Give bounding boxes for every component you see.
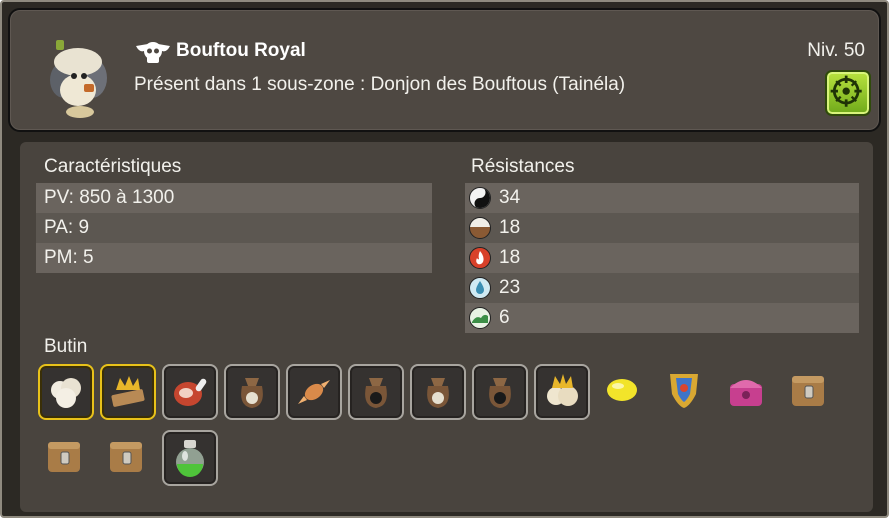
bag-dark-icon: [365, 378, 387, 408]
bag-icon: [241, 378, 263, 408]
compass-icon: [830, 75, 862, 107]
potion-icon: [176, 440, 204, 477]
loot-item[interactable]: [596, 364, 652, 420]
monster-name: Bouftou Royal: [176, 40, 306, 61]
characteristics-title: Caractéristiques: [44, 156, 182, 177]
loot-item[interactable]: [782, 364, 838, 420]
pink-chest-icon: [730, 380, 762, 406]
resistance-value: 18: [499, 217, 521, 238]
resistance-row-air: 6: [465, 303, 859, 333]
fire-icon: [469, 247, 491, 269]
characteristic-hp: PV: 850 à 1300: [44, 187, 175, 208]
locate-compass-button[interactable]: [825, 70, 871, 116]
crowned-wool-icon: [547, 374, 578, 406]
meat-icon: [174, 378, 207, 406]
monster-portrait-icon: [50, 40, 107, 118]
loot-item[interactable]: [348, 364, 404, 420]
loot-item[interactable]: [720, 364, 776, 420]
monster-card: Bouftou Royal Niv. 50 Présent dans 1 sou…: [0, 0, 889, 518]
characteristic-mp: PM: 5: [44, 247, 94, 268]
resistance-row-fire: 18: [465, 243, 859, 273]
loot-item[interactable]: [100, 364, 156, 420]
resistance-value: 34: [499, 187, 521, 208]
characteristic-row: PM: 5: [36, 243, 432, 273]
bag-icon: [427, 378, 449, 408]
resistance-row-earth: 18: [465, 213, 859, 243]
loot-item[interactable]: [100, 430, 156, 486]
loot-item[interactable]: [472, 364, 528, 420]
characteristic-ap: PA: 9: [44, 217, 90, 238]
crown-plank-icon: [111, 376, 145, 407]
earth-icon: [469, 217, 491, 239]
loot-item[interactable]: [162, 430, 218, 486]
resistance-row-water: 23: [465, 273, 859, 303]
boss-skull-icon: [136, 42, 170, 63]
wooden-chest-icon: [110, 442, 142, 472]
loot-title: Butin: [44, 336, 88, 357]
wooden-chest-icon: [792, 376, 824, 406]
loot-item[interactable]: [38, 364, 94, 420]
resistance-value: 6: [499, 307, 510, 328]
water-icon: [469, 277, 491, 299]
resistances-title: Résistances: [471, 156, 575, 177]
air-icon: [469, 307, 491, 329]
bag-dark-icon: [489, 378, 511, 408]
shield-icon: [670, 374, 698, 408]
loot-item[interactable]: [410, 364, 466, 420]
resistance-value: 18: [499, 247, 521, 268]
loot-item[interactable]: [534, 364, 590, 420]
neutral-icon: [469, 187, 491, 209]
wooden-chest-icon: [48, 442, 80, 472]
loot-item[interactable]: [224, 364, 280, 420]
monster-level: Niv. 50: [807, 40, 865, 61]
loot-item[interactable]: [658, 364, 714, 420]
loot-item[interactable]: [38, 430, 94, 486]
resistance-value: 23: [499, 277, 521, 298]
candy-icon: [298, 380, 330, 404]
wool-icon: [51, 378, 81, 408]
monster-header: Bouftou Royal Niv. 50 Présent dans 1 sou…: [8, 8, 881, 132]
monster-details: Caractéristiques PV: 850 à 1300 PA: 9 PM…: [20, 142, 873, 512]
loot-item[interactable]: [162, 364, 218, 420]
characteristic-row: PV: 850 à 1300: [36, 183, 432, 213]
resistance-row-neutral: 34: [465, 183, 859, 213]
monster-zone: Présent dans 1 sous-zone : Donjon des Bo…: [134, 74, 626, 95]
characteristic-row: PA: 9: [36, 213, 432, 243]
lemon-icon: [607, 379, 637, 401]
loot-item[interactable]: [286, 364, 342, 420]
